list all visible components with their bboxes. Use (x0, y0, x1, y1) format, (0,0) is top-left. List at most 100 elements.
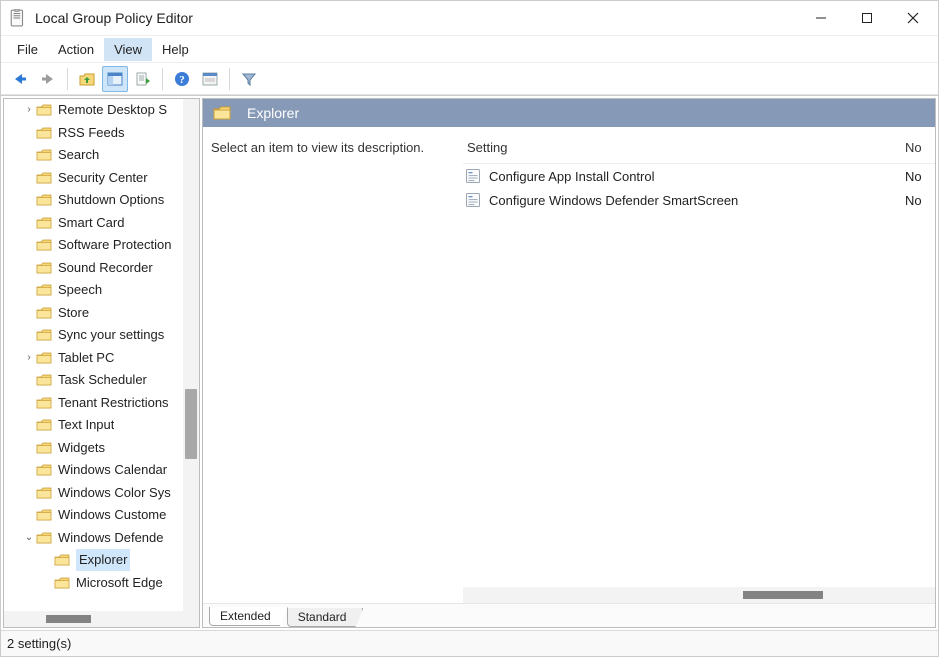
export-list-button[interactable] (130, 66, 156, 92)
tree-expander-icon[interactable]: ⌄ (22, 527, 36, 549)
policy-setting-icon (465, 192, 481, 208)
folder-icon (36, 238, 52, 252)
toolbar-separator (162, 68, 163, 90)
folder-icon (36, 283, 52, 297)
tree-item[interactable]: ›Tablet PC (4, 347, 199, 370)
app-icon (9, 9, 27, 27)
tree-item[interactable]: ›Remote Desktop S (4, 99, 199, 122)
tree-item[interactable]: Text Input (4, 414, 199, 437)
toolbar: ? (1, 63, 938, 95)
tree-item-label: Software Protection (58, 234, 171, 256)
folder-icon (36, 261, 52, 275)
folder-icon (36, 463, 52, 477)
folder-icon (36, 126, 52, 140)
tree-item[interactable]: Speech (4, 279, 199, 302)
maximize-button[interactable] (844, 2, 890, 34)
tree-item[interactable]: Software Protection (4, 234, 199, 257)
tree-item[interactable]: Windows Calendar (4, 459, 199, 482)
toolbar-separator (67, 68, 68, 90)
tree-item-label: Sync your settings (58, 324, 164, 346)
folder-icon (36, 193, 52, 207)
menu-help[interactable]: Help (152, 38, 199, 61)
tree-item[interactable]: ⌄Windows Defende (4, 527, 199, 550)
tree-item[interactable]: Store (4, 302, 199, 325)
tree-item[interactable]: Windows Custome (4, 504, 199, 527)
tree-item-label: Windows Calendar (58, 459, 167, 481)
tree-item[interactable]: Security Center (4, 167, 199, 190)
tab-standard[interactable]: Standard (287, 608, 364, 627)
tree-item-label: Widgets (58, 437, 105, 459)
properties-button[interactable] (197, 66, 223, 92)
tree-item-label: Explorer (76, 549, 130, 571)
folder-icon (36, 148, 52, 162)
tree-item[interactable]: Widgets (4, 437, 199, 460)
forward-button[interactable] (35, 66, 61, 92)
detail-horizontal-scrollbar[interactable] (463, 587, 935, 603)
folder-icon (36, 508, 52, 522)
filter-button[interactable] (236, 66, 262, 92)
close-button[interactable] (890, 2, 936, 34)
tree-item-label: Text Input (58, 414, 114, 436)
status-text: 2 setting(s) (7, 636, 71, 651)
tree-item-label: Smart Card (58, 212, 124, 234)
tree-item-label: RSS Feeds (58, 122, 124, 144)
tree-item[interactable]: Search (4, 144, 199, 167)
setting-row[interactable]: Configure App Install ControlNo (463, 164, 935, 188)
tree-item[interactable]: Task Scheduler (4, 369, 199, 392)
tree-item[interactable]: Smart Card (4, 212, 199, 235)
back-button[interactable] (7, 66, 33, 92)
tree-item-label: Tenant Restrictions (58, 392, 169, 414)
menu-action[interactable]: Action (48, 38, 104, 61)
folder-icon (36, 306, 52, 320)
svg-text:?: ? (179, 74, 185, 86)
folder-icon (36, 171, 52, 185)
policy-setting-icon (465, 168, 481, 184)
menu-view[interactable]: View (104, 38, 152, 61)
tree-item-label: Sound Recorder (58, 257, 153, 279)
folder-icon (54, 553, 70, 567)
tree-item-label: Security Center (58, 167, 148, 189)
settings-header[interactable]: Setting No (463, 127, 935, 164)
tree-expander-icon[interactable]: › (22, 347, 36, 369)
settings-column: Setting No Configure App Install Control… (463, 127, 935, 603)
folder-icon (36, 396, 52, 410)
folder-icon (36, 486, 52, 500)
tree-item[interactable]: RSS Feeds (4, 122, 199, 145)
folder-icon (36, 373, 52, 387)
help-button[interactable]: ? (169, 66, 195, 92)
detail-body: Select an item to view its description. … (203, 127, 935, 603)
tree-list[interactable]: ›Remote Desktop SRSS FeedsSearchSecurity… (4, 99, 199, 611)
folder-icon (36, 531, 52, 545)
minimize-button[interactable] (798, 2, 844, 34)
tree-item-label: Windows Color Sys (58, 482, 171, 504)
up-level-button[interactable] (74, 66, 100, 92)
tree-item[interactable]: Windows Color Sys (4, 482, 199, 505)
main-area: ›Remote Desktop SRSS FeedsSearchSecurity… (1, 95, 938, 630)
column-header-state[interactable]: No (905, 140, 935, 155)
tree-expander-icon[interactable]: › (22, 99, 36, 121)
tree-vertical-scrollbar[interactable] (183, 99, 199, 627)
folder-icon (36, 216, 52, 230)
menubar: File Action View Help (1, 35, 938, 63)
setting-row[interactable]: Configure Windows Defender SmartScreenNo (463, 188, 935, 212)
setting-state: No (905, 193, 935, 208)
tree-item[interactable]: Tenant Restrictions (4, 392, 199, 415)
tree-item-label: Store (58, 302, 89, 324)
tree-item-label: Task Scheduler (58, 369, 147, 391)
menu-file[interactable]: File (7, 38, 48, 61)
tree-horizontal-scrollbar[interactable] (4, 611, 199, 627)
tree-horizontal-scrollbar-thumb[interactable] (46, 615, 91, 623)
tree-item-label: Shutdown Options (58, 189, 164, 211)
show-hide-tree-button[interactable] (102, 66, 128, 92)
tree-item[interactable]: Microsoft Edge (4, 572, 199, 595)
detail-horizontal-scrollbar-thumb[interactable] (743, 591, 823, 599)
tree-vertical-scrollbar-thumb[interactable] (185, 389, 197, 459)
tree-item[interactable]: Explorer (4, 549, 199, 572)
tree-item[interactable]: Shutdown Options (4, 189, 199, 212)
folder-icon (36, 103, 52, 117)
tree-item[interactable]: Sound Recorder (4, 257, 199, 280)
folder-icon (36, 418, 52, 432)
tab-extended[interactable]: Extended (209, 607, 288, 626)
tree-item[interactable]: Sync your settings (4, 324, 199, 347)
column-header-setting[interactable]: Setting (467, 140, 905, 155)
